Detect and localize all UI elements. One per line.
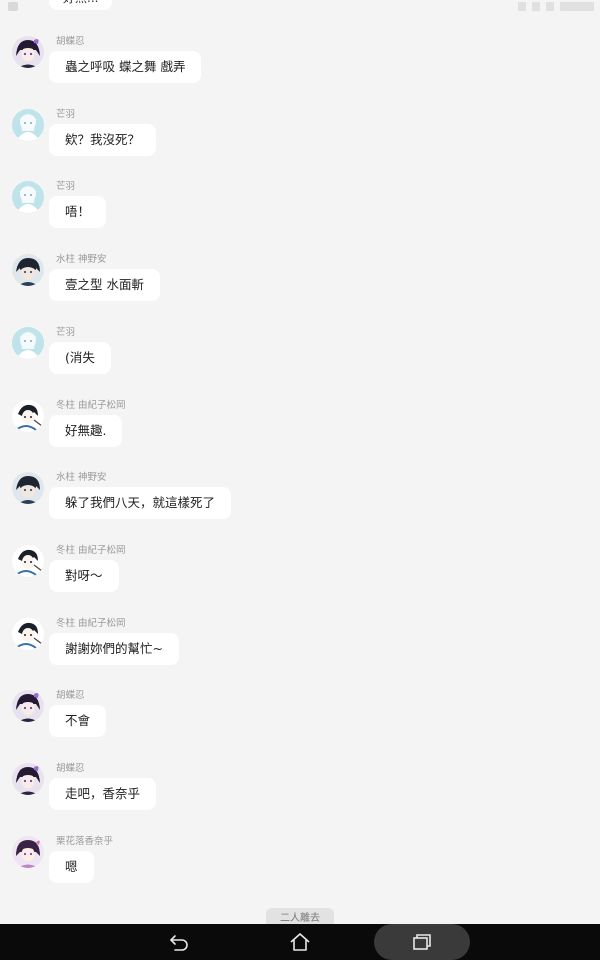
message-bubble[interactable]: 躲了我們八天，就這樣死了: [49, 487, 232, 519]
avatar[interactable]: [12, 690, 44, 722]
avatar[interactable]: [12, 109, 44, 141]
chat-message: 栗花落香奈乎嗯: [0, 836, 600, 900]
chat-message: 胡蝶忍不會: [0, 690, 600, 754]
recents-button[interactable]: [392, 928, 452, 956]
message-bubble[interactable]: 走吧，香奈乎: [49, 778, 157, 810]
chat-message: 冬柱 由紀子松岡好無趣.: [0, 400, 600, 464]
chat-message: 冬柱 由紀子松岡對呀～: [0, 545, 600, 609]
sender-name: 芒羽: [56, 109, 76, 120]
back-button[interactable]: [150, 928, 210, 956]
sender-name: 胡蝶忍: [56, 690, 85, 701]
avatar[interactable]: [12, 618, 44, 650]
avatar[interactable]: [12, 254, 44, 286]
battery-icon: [546, 2, 554, 11]
notification-icon: [8, 2, 18, 11]
chat-message: 胡蝶忍蟲之呼吸 蝶之舞 戲弄: [0, 36, 600, 100]
home-icon: [290, 933, 310, 951]
sender-name: 水柱 神野安: [56, 254, 107, 265]
wifi-icon: [532, 2, 540, 11]
message-bubble[interactable]: 好無趣.: [49, 415, 123, 447]
home-button[interactable]: [270, 928, 330, 956]
navigation-bar: [0, 924, 600, 960]
chat-message: 胡蝶忍走吧，香奈乎: [0, 763, 600, 827]
bluetooth-icon: [518, 2, 526, 11]
message-bubble[interactable]: (消失: [49, 342, 111, 374]
chat-message: 冬柱 由紀子松岡謝謝妳們的幫忙~: [0, 618, 600, 682]
sender-name: 冬柱 由紀子松岡: [56, 618, 126, 629]
chat-message: 水柱 神野安躲了我們八天，就這樣死了: [0, 472, 600, 536]
message-bubble[interactable]: 壹之型 水面斬: [49, 269, 160, 301]
avatar[interactable]: [12, 472, 44, 504]
avatar[interactable]: [12, 400, 44, 432]
message-bubble[interactable]: 嗯: [49, 851, 94, 883]
recents-icon: [413, 934, 431, 950]
avatar[interactable]: [12, 836, 44, 868]
sender-name: 水柱 神野安: [56, 472, 107, 483]
avatar[interactable]: [12, 181, 44, 213]
message-bubble[interactable]: 謝謝妳們的幫忙~: [49, 633, 179, 665]
chat-message: 芒羽 (消失: [0, 327, 600, 391]
back-icon: [170, 935, 188, 951]
message-bubble[interactable]: 對呀～: [49, 560, 119, 592]
sender-name: 栗花落香奈乎: [56, 836, 114, 847]
chat-screen: 好無... 胡蝶忍蟲之呼吸 蝶之舞 戲弄芒羽欸？我沒死？芒羽唔！水柱 神野安壹之…: [0, 0, 600, 960]
chat-message: 水柱 神野安壹之型 水面斬: [0, 254, 600, 318]
sender-name: 冬柱 由紀子松岡: [56, 400, 126, 411]
chat-message: 芒羽欸？我沒死？: [0, 109, 600, 173]
sender-name: 冬柱 由紀子松岡: [56, 545, 126, 556]
avatar[interactable]: [12, 327, 44, 359]
avatar[interactable]: [12, 545, 44, 577]
sender-name: 芒羽: [56, 327, 76, 338]
clock-icon: [560, 2, 594, 11]
status-icons: [518, 2, 594, 11]
chat-message: 芒羽唔！: [0, 181, 600, 245]
message-bubble[interactable]: 蟲之呼吸 蝶之舞 戲弄: [49, 51, 202, 83]
sender-name: 芒羽: [56, 181, 76, 192]
message-bubble[interactable]: 欸？我沒死？: [49, 124, 157, 156]
avatar[interactable]: [12, 36, 44, 68]
message-bubble[interactable]: 不會: [49, 705, 107, 737]
sender-name: 胡蝶忍: [56, 763, 85, 774]
status-bar: [0, 0, 600, 16]
avatar[interactable]: [12, 763, 44, 795]
sender-name: 胡蝶忍: [56, 36, 85, 47]
message-bubble[interactable]: 唔！: [49, 196, 107, 228]
